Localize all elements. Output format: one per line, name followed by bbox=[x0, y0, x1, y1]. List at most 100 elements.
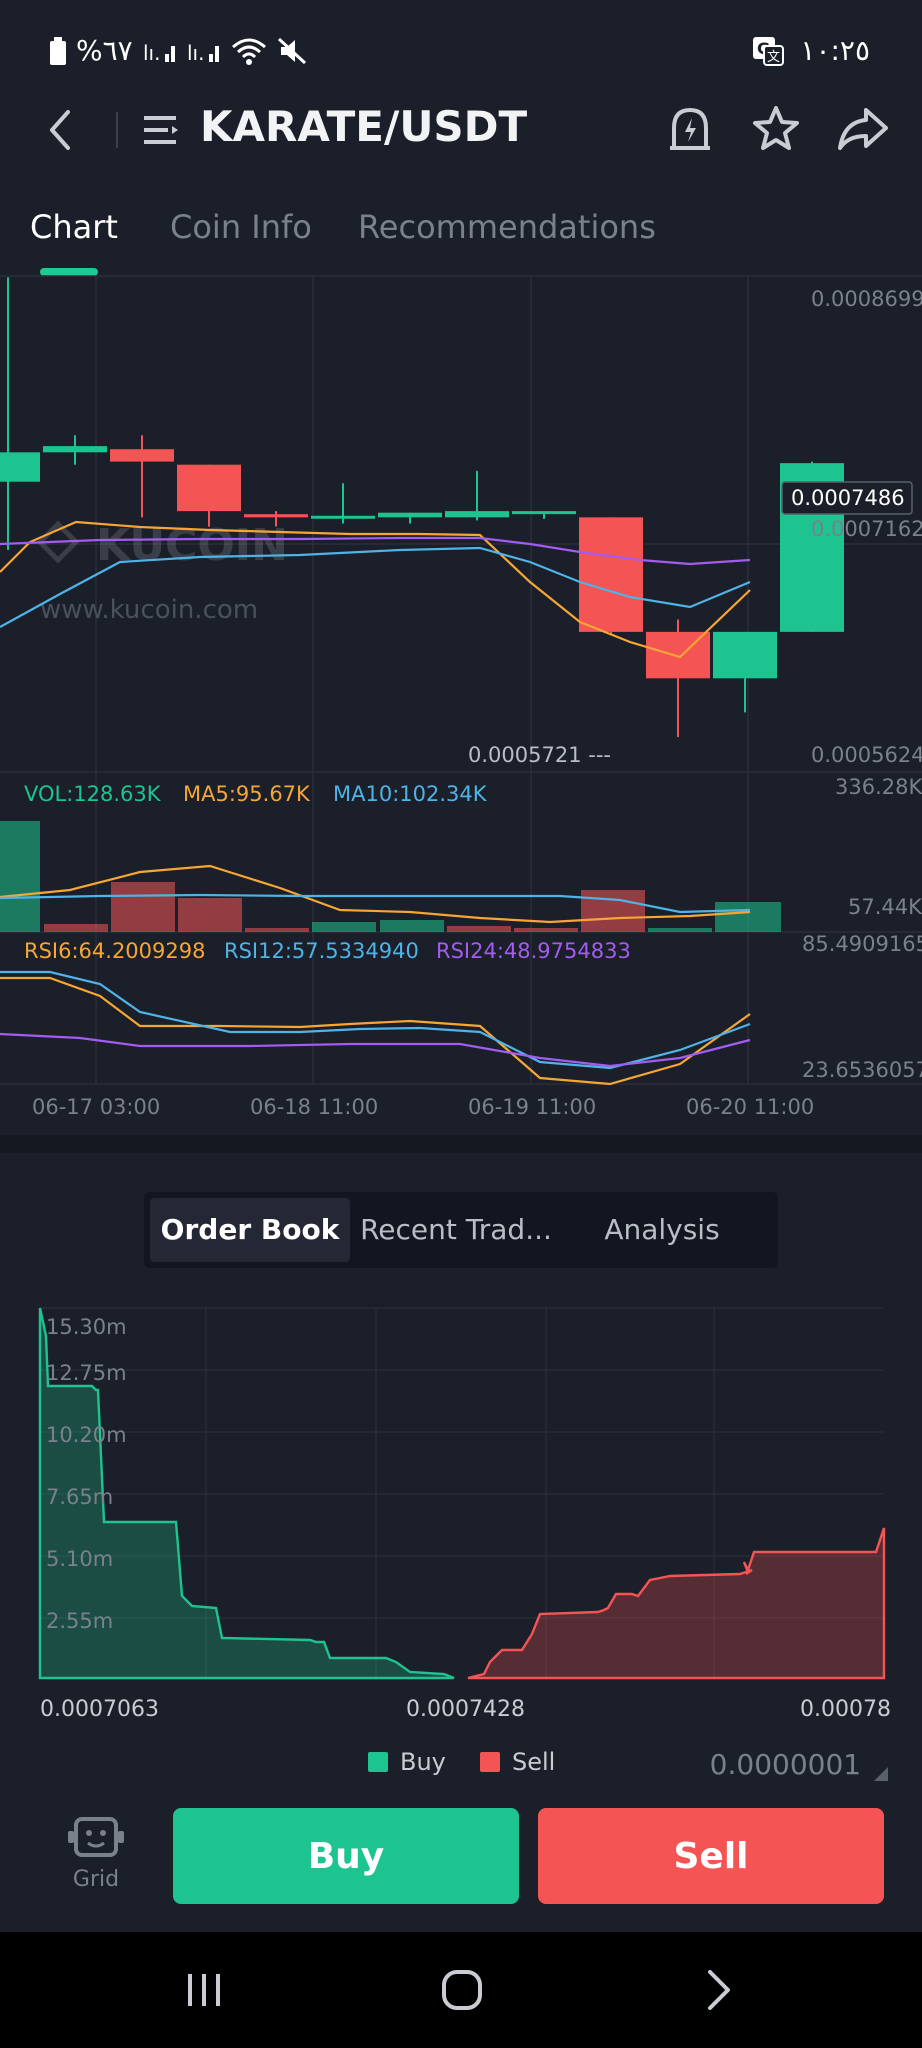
candle-body bbox=[0, 452, 40, 482]
clock: ١٠:٢٥ bbox=[800, 34, 870, 67]
candle-body bbox=[378, 512, 442, 518]
candle-body bbox=[43, 446, 107, 453]
signal-icon: lı. bbox=[143, 38, 177, 64]
price-alert-icon bbox=[670, 107, 710, 150]
tab-recent-trades[interactable]: Recent Trad... bbox=[356, 1198, 556, 1262]
buy-swatch bbox=[368, 1752, 388, 1772]
rsi12-line bbox=[0, 970, 751, 1070]
battery-icon bbox=[50, 36, 66, 65]
svg-text:lı.: lı. bbox=[143, 41, 160, 64]
tab-order-book[interactable]: Order Book bbox=[150, 1198, 350, 1262]
battery-percent: %٦٧ bbox=[76, 34, 133, 67]
sell-swatch bbox=[480, 1752, 500, 1772]
status-right: G文 ١٠:٢٥ bbox=[752, 34, 870, 67]
candle-body bbox=[713, 631, 777, 679]
buy-button[interactable]: Buy bbox=[173, 1808, 519, 1904]
price-alert-button[interactable] bbox=[666, 102, 714, 158]
volume-bars bbox=[0, 821, 781, 932]
precision-value: 0.0000001 bbox=[709, 1748, 862, 1781]
favorite-button[interactable] bbox=[752, 104, 800, 154]
current-price-label: 0.0007486 bbox=[791, 486, 905, 510]
tab-coin-info[interactable]: Coin Info bbox=[170, 208, 312, 246]
price-axis-bottom: 0.0005624 bbox=[811, 743, 922, 767]
share-button[interactable] bbox=[836, 104, 890, 154]
kline-chart[interactable]: KUCOIN www.kucoin.com 0.0008699 0.000748… bbox=[0, 272, 922, 1122]
home-button[interactable] bbox=[402, 1932, 522, 2048]
sell-depth-area bbox=[467, 1527, 886, 1680]
candle-body bbox=[110, 449, 174, 462]
candle-body bbox=[244, 514, 308, 518]
time-label-3: 06-19 11:00 bbox=[468, 1095, 596, 1119]
precision-selector[interactable]: 0.0000001 bbox=[710, 1748, 888, 1781]
dropdown-corner-icon bbox=[874, 1767, 888, 1781]
time-label-4: 06-20 11:00 bbox=[686, 1095, 814, 1119]
robot-icon bbox=[68, 1817, 124, 1857]
grid-label: Grid bbox=[72, 1867, 120, 1892]
legend-buy-label: Buy bbox=[400, 1748, 446, 1776]
tab-recommendations[interactable]: Recommendations bbox=[358, 208, 656, 246]
legend-sell: Sell bbox=[480, 1748, 555, 1776]
status-bar: %٦٧ lı. lı. G文 ١٠:٢٥ bbox=[0, 0, 922, 100]
watermark-brand: KUCOIN bbox=[96, 520, 288, 571]
tab-analysis[interactable]: Analysis bbox=[562, 1198, 762, 1262]
share-icon bbox=[838, 108, 888, 150]
recent-apps-button[interactable] bbox=[144, 1932, 264, 2048]
candle-body bbox=[311, 515, 375, 519]
rsi-axis-top: 85.4909165 bbox=[802, 932, 922, 956]
chevron-right-icon bbox=[708, 1970, 730, 2010]
mute-icon bbox=[277, 37, 307, 65]
candle-body bbox=[177, 464, 241, 512]
star-icon bbox=[753, 106, 799, 150]
depth-y-label-3: 10.20m bbox=[46, 1423, 127, 1447]
depth-y-label-5: 5.10m bbox=[46, 1547, 113, 1571]
time-label-2: 06-18 11:00 bbox=[250, 1095, 378, 1119]
sell-button[interactable]: Sell bbox=[538, 1808, 884, 1904]
price-axis-mid: 0.0007162 bbox=[811, 517, 922, 541]
depth-chart[interactable]: 15.30m 12.75m 10.20m 7.65m 5.10m 2.55m 0… bbox=[0, 1290, 922, 1730]
candle-body bbox=[512, 511, 576, 515]
vol-axis-bottom: 57.44K bbox=[848, 895, 922, 919]
svg-text:文: 文 bbox=[767, 50, 780, 65]
price-axis-top: 0.0008699 bbox=[811, 287, 922, 311]
depth-y-label-2: 12.75m bbox=[46, 1361, 127, 1385]
rsi6-label: RSI6:64.2009298 bbox=[24, 939, 205, 963]
order-tabs: Order Book Recent Trad... Analysis bbox=[144, 1192, 778, 1268]
signal-icon-2: lı. bbox=[187, 38, 221, 64]
svg-text:lı.: lı. bbox=[187, 41, 204, 64]
menu-list-icon bbox=[144, 116, 178, 144]
vol-ma10-label: MA10:102.34K bbox=[333, 782, 488, 806]
recent-apps-icon bbox=[188, 1974, 220, 2006]
translate-icon: G文 bbox=[752, 36, 785, 66]
time-label-1: 06-17 03:00 bbox=[32, 1095, 160, 1119]
back-icon bbox=[50, 110, 70, 150]
depth-x-label-2: 0.0007428 bbox=[406, 1697, 525, 1722]
pair-title[interactable]: KARATE/USDT bbox=[200, 102, 527, 151]
home-icon bbox=[442, 1970, 482, 2010]
rsi-axis-bottom: 23.6536057 bbox=[802, 1058, 922, 1082]
wifi-icon bbox=[231, 37, 267, 65]
back-button[interactable] bbox=[36, 100, 86, 160]
market-list-button[interactable] bbox=[140, 108, 184, 152]
depth-x-label-3: 0.00078 bbox=[800, 1697, 891, 1722]
header-divider bbox=[116, 112, 118, 148]
legend-sell-label: Sell bbox=[512, 1748, 556, 1776]
depth-y-label-4: 7.65m bbox=[46, 1485, 113, 1509]
candle-body bbox=[579, 517, 643, 632]
legend-buy: Buy bbox=[368, 1748, 446, 1776]
candles bbox=[0, 277, 844, 738]
grid-bot-button[interactable]: Grid bbox=[58, 1815, 134, 1905]
depth-y-label-6: 2.55m bbox=[46, 1609, 113, 1633]
rsi24-label: RSI24:48.9754833 bbox=[436, 939, 631, 963]
back-nav-button[interactable] bbox=[658, 1932, 778, 2048]
depth-x-label-1: 0.0007063 bbox=[40, 1697, 159, 1722]
system-nav-bar bbox=[0, 1932, 922, 2048]
depth-y-label-1: 15.30m bbox=[46, 1315, 127, 1339]
section-divider bbox=[0, 1135, 922, 1153]
vol-axis-top: 336.28K bbox=[835, 775, 922, 799]
vol-ma5-label: MA5:95.67K bbox=[183, 782, 311, 806]
low-price-marker: 0.0005721 --- bbox=[468, 743, 611, 767]
status-left: %٦٧ lı. lı. bbox=[50, 34, 307, 67]
tab-chart[interactable]: Chart bbox=[30, 208, 118, 246]
watermark-url: www.kucoin.com bbox=[40, 595, 258, 625]
vol-label: VOL:128.63K bbox=[24, 782, 162, 806]
